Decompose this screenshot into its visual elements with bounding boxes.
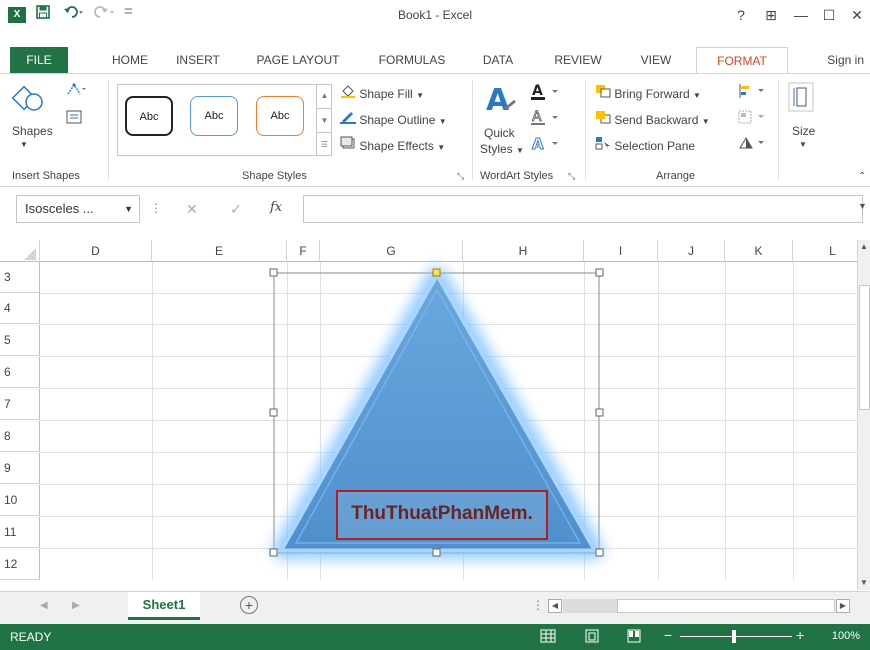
isosceles-triangle-shape[interactable] [0,0,870,650]
page-break-view-icon[interactable] [627,629,641,646]
page-layout-view-icon[interactable] [585,629,599,646]
scroll-left-icon[interactable]: ◀ [548,599,562,613]
add-sheet-icon[interactable]: + [240,596,258,614]
zoom-out-icon[interactable]: − [664,627,672,643]
sheet-tab-bar: ◀ ▶ Sheet1 + ⋮ ◀ ▶ [0,591,870,624]
scroll-right-icon[interactable]: ▶ [836,599,850,613]
prev-sheet-icon[interactable]: ◀ [40,600,48,611]
zoom-level[interactable]: 100% [832,630,860,642]
sheet-tab-sheet1[interactable]: Sheet1 [128,592,200,620]
horizontal-scrollbar[interactable] [563,599,835,613]
status-ready: READY [10,630,52,644]
zoom-slider-thumb[interactable] [732,630,736,643]
status-bar: READY − + 100% [0,624,870,650]
horizontal-scroll-thumb[interactable] [617,599,835,613]
zoom-in-icon[interactable]: + [796,627,804,643]
tab-split-icon[interactable]: ⋮ [532,598,544,612]
shape-text-label[interactable]: ThuThuatPhanMem. [336,490,548,540]
next-sheet-icon[interactable]: ▶ [72,600,80,611]
zoom-slider[interactable] [680,630,792,643]
normal-view-icon[interactable] [540,629,556,646]
shape-layer: ThuThuatPhanMem. [0,0,870,650]
